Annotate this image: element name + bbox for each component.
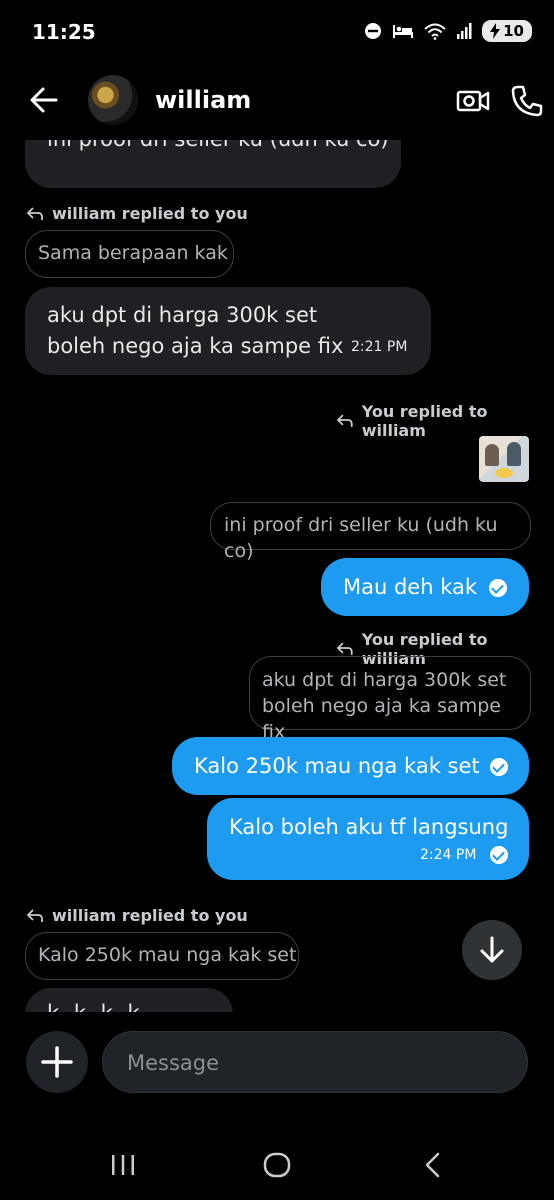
message-text-line: aku dpt di harga 300k set [47,303,318,327]
wifi-icon [424,23,446,40]
read-receipt-icon [490,758,508,776]
read-receipt-icon [490,846,508,864]
message-composer[interactable] [102,1031,528,1093]
reply-arrow-icon [26,206,43,220]
read-receipt-icon [489,579,507,597]
reply-arrow-icon [336,414,353,427]
message-text: k k k k [47,998,144,1012]
reply-indicator: william replied to you [26,906,248,925]
reply-indicator: You replied to william [336,402,554,440]
quoted-text: Kalo 250k mau nga kak set [38,944,297,966]
charging-icon [490,23,501,39]
message-text: Kalo 250k mau nga kak set [194,754,480,778]
message-input[interactable] [125,1046,509,1080]
do-not-disturb-icon [365,23,382,39]
reply-arrow-icon [336,642,353,655]
back-nav-icon[interactable] [416,1148,450,1182]
phone-call-icon[interactable] [510,84,544,118]
arrow-down-icon [480,936,504,963]
plus-icon [41,1046,73,1078]
message-text: Mau deh kak [343,575,478,599]
signal-icon [457,23,472,39]
message-timestamp: 2:24 PM [420,847,477,863]
battery-indicator: 10 [482,20,532,42]
incoming-message[interactable]: ini proof dri seller ku (udh ku co) [25,140,401,188]
message-text: Kalo boleh aku tf langsung [229,815,509,839]
quoted-image-thumbnail[interactable] [479,436,529,482]
reply-indicator-text: william replied to you [52,204,248,223]
message-timestamp: 2:21 PM [351,339,408,355]
video-call-icon[interactable] [456,84,490,118]
quoted-message[interactable]: Sama berapaan kak [25,230,234,278]
quoted-text: ini proof dri seller ku (udh ku co) [224,514,498,562]
system-navigation-bar [0,1130,554,1200]
battery-level: 10 [503,22,524,40]
quoted-message[interactable]: Kalo 250k mau nga kak set [25,932,299,980]
status-icons: 10 [364,20,532,42]
outgoing-message[interactable]: Mau deh kak [321,558,529,616]
reply-arrow-icon [26,908,43,922]
quoted-text-line: aku dpt di harga 300k set [262,669,507,691]
contact-name[interactable]: william [155,86,251,114]
outgoing-message[interactable]: Kalo boleh aku tf langsung 2:24 PM [207,798,529,880]
status-bar: 11:25 10 [0,0,554,64]
message-list[interactable]: ini proof dri seller ku (udh ku co) will… [0,140,554,1012]
status-time: 11:25 [32,20,96,44]
incoming-message[interactable]: aku dpt di harga 300k set boleh nego aja… [25,287,431,375]
quoted-message[interactable]: ini proof dri seller ku (udh ku co) [210,502,531,562]
scroll-to-bottom-button[interactable] [462,920,522,980]
message-text: ini proof dri seller ku (udh ku co) [47,140,389,154]
reply-indicator-text: You replied to william [361,402,488,440]
avatar[interactable] [88,75,138,125]
recent-apps-icon[interactable] [106,1148,140,1182]
message-text-line: boleh nego aja ka sampe fix [47,334,344,358]
add-attachment-button[interactable] [26,1031,88,1093]
back-arrow-icon[interactable] [28,84,60,116]
home-icon[interactable] [260,1148,294,1182]
quoted-text: Sama berapaan kak [38,242,228,264]
reply-indicator-text: william replied to you [52,906,248,925]
quoted-message[interactable]: aku dpt di harga 300k set boleh nego aja… [249,656,531,743]
incoming-message[interactable]: k k k k [25,988,233,1012]
reply-indicator: william replied to you [26,204,248,223]
outgoing-message[interactable]: Kalo 250k mau nga kak set [172,737,529,795]
chat-header: william [0,70,554,130]
bed-icon [393,25,414,38]
